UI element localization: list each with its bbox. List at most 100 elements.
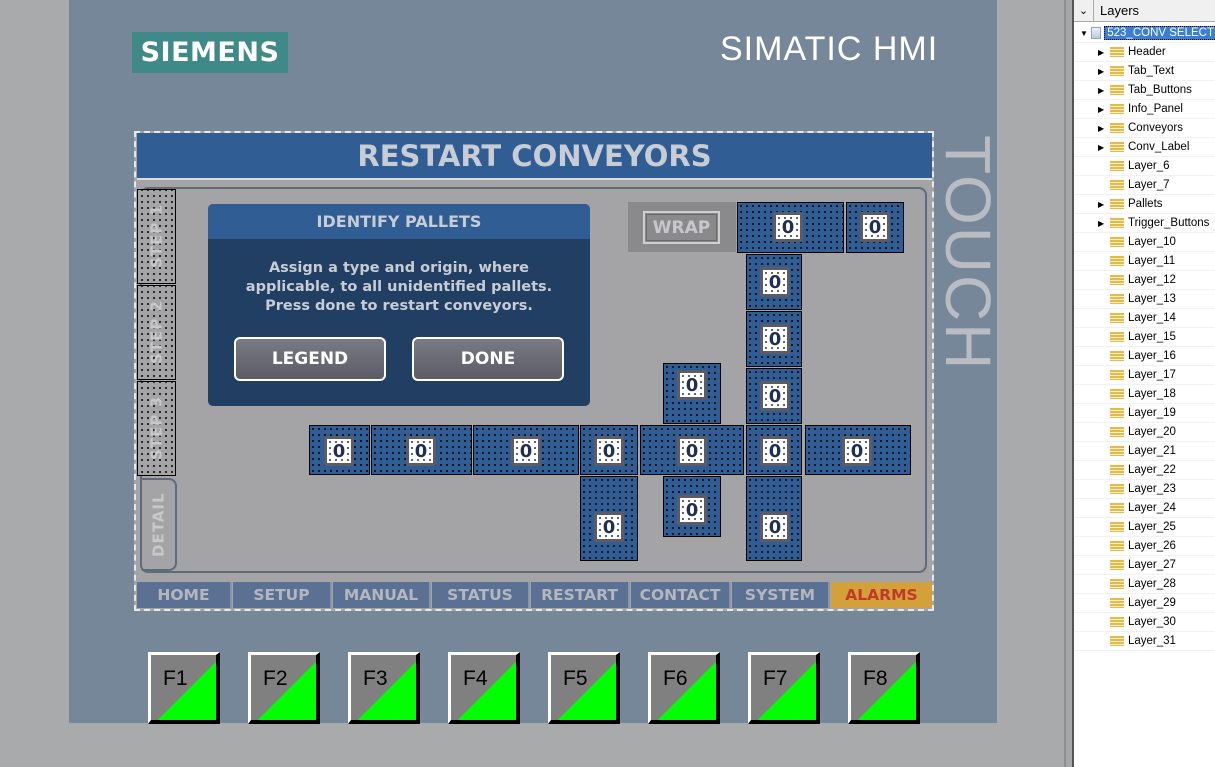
- layer-item[interactable]: ▶ Info_Panel: [1074, 100, 1215, 119]
- layer-item[interactable]: Layer_12: [1074, 271, 1215, 290]
- layer-icon: [1110, 294, 1124, 304]
- layer-item[interactable]: ▶ Tab_Buttons: [1074, 81, 1215, 100]
- function-key-f6[interactable]: F6: [648, 652, 720, 724]
- pallet-count[interactable]: 0: [760, 436, 790, 466]
- layer-label: Layer_19: [1128, 407, 1176, 419]
- pallet-count[interactable]: 0: [860, 212, 890, 242]
- pallet-count[interactable]: 0: [406, 436, 436, 466]
- layer-icon: [1110, 66, 1124, 76]
- expand-right-icon[interactable]: ▶: [1098, 200, 1106, 209]
- layer-icon: [1110, 446, 1124, 456]
- expand-right-icon[interactable]: ▶: [1098, 67, 1106, 76]
- pallet-count[interactable]: 0: [773, 212, 803, 242]
- layer-item[interactable]: Layer_24: [1074, 499, 1215, 518]
- layer-icon: [1110, 351, 1124, 361]
- done-button[interactable]: DONE: [412, 337, 564, 381]
- pallet-count[interactable]: 0: [677, 495, 707, 525]
- layer-item[interactable]: Layer_11: [1074, 252, 1215, 271]
- layer-item[interactable]: Layer_10: [1074, 233, 1215, 252]
- layer-item[interactable]: Layer_23: [1074, 480, 1215, 499]
- pallet-count[interactable]: 0: [511, 436, 541, 466]
- function-key-f7[interactable]: F7: [748, 652, 820, 724]
- pallet-count[interactable]: 0: [760, 512, 790, 542]
- function-key-f8[interactable]: F8: [848, 652, 920, 724]
- layer-item[interactable]: ▶ Trigger_Buttons: [1074, 214, 1215, 233]
- layer-item[interactable]: Layer_14: [1074, 309, 1215, 328]
- layer-label: Layer_18: [1128, 388, 1176, 400]
- step-3-tab[interactable]: STEP 3: [137, 381, 176, 476]
- layer-label: Conv_Label: [1128, 141, 1190, 153]
- pallet-count[interactable]: 0: [324, 436, 354, 466]
- pallet-count[interactable]: 0: [594, 436, 624, 466]
- function-key-f2[interactable]: F2: [248, 652, 320, 724]
- expand-down-icon[interactable]: ▼: [1080, 29, 1088, 38]
- nav-tab-system[interactable]: SYSTEM: [732, 582, 830, 608]
- pallet-count[interactable]: 0: [842, 436, 872, 466]
- layer-item[interactable]: Layer_7: [1074, 176, 1215, 195]
- layers-panel: ⌄ Layers ▼ 523_CONV SELECT ▶ Header ▶ Tab_Te…: [1072, 0, 1215, 767]
- layer-icon: [1110, 541, 1124, 551]
- layer-item[interactable]: Layer_13: [1074, 290, 1215, 309]
- expand-right-icon[interactable]: ▶: [1098, 105, 1106, 114]
- function-key-f3[interactable]: F3: [348, 652, 420, 724]
- wrap-button[interactable]: WRAP: [643, 211, 720, 244]
- function-key-f5[interactable]: F5: [548, 652, 620, 724]
- layer-icon: [1110, 332, 1124, 342]
- nav-tab-status[interactable]: STATUS: [432, 582, 530, 608]
- pallet-count[interactable]: 0: [677, 370, 707, 400]
- layer-item[interactable]: Layer_30: [1074, 613, 1215, 632]
- layer-item[interactable]: ▶ Header: [1074, 43, 1215, 62]
- nav-tab-setup[interactable]: SETUP: [233, 582, 332, 608]
- layer-label: Layer_28: [1128, 578, 1176, 590]
- layer-item[interactable]: Layer_28: [1074, 575, 1215, 594]
- layer-label: Header: [1128, 46, 1166, 58]
- pallet-count[interactable]: 0: [594, 512, 624, 542]
- layer-label: Layer_12: [1128, 274, 1176, 286]
- layer-item[interactable]: Layer_27: [1074, 556, 1215, 575]
- pallet-count[interactable]: 0: [677, 436, 707, 466]
- layer-icon: [1110, 180, 1124, 190]
- layer-item[interactable]: Layer_21: [1074, 442, 1215, 461]
- function-key-label: F5: [563, 667, 588, 690]
- nav-tab-contact[interactable]: CONTACT: [631, 582, 731, 608]
- expand-right-icon[interactable]: ▶: [1098, 86, 1106, 95]
- layer-item[interactable]: Layer_6: [1074, 157, 1215, 176]
- layer-item[interactable]: Layer_25: [1074, 518, 1215, 537]
- legend-button[interactable]: LEGEND: [234, 337, 386, 381]
- function-key-label: F2: [263, 667, 288, 690]
- expand-right-icon[interactable]: ▶: [1098, 219, 1106, 228]
- nav-tab-manual[interactable]: MANUAL: [333, 582, 431, 608]
- pallet-count[interactable]: 0: [760, 381, 790, 411]
- function-key-f4[interactable]: F4: [448, 652, 520, 724]
- nav-tab-alarms[interactable]: ALARMS: [831, 582, 932, 608]
- layer-item[interactable]: Layer_18: [1074, 385, 1215, 404]
- layer-item[interactable]: Layer_19: [1074, 404, 1215, 423]
- layer-item[interactable]: Layer_15: [1074, 328, 1215, 347]
- layer-item[interactable]: Layer_20: [1074, 423, 1215, 442]
- layer-icon: [1110, 617, 1124, 627]
- chevron-down-icon[interactable]: ⌄: [1074, 0, 1094, 22]
- layer-item[interactable]: Layer_26: [1074, 537, 1215, 556]
- layer-root[interactable]: ▼ 523_CONV SELECT: [1074, 24, 1215, 43]
- expand-right-icon[interactable]: ▶: [1098, 48, 1106, 57]
- layer-item[interactable]: ▶ Conveyors: [1074, 119, 1215, 138]
- layer-item[interactable]: Layer_22: [1074, 461, 1215, 480]
- pallet-count[interactable]: 0: [760, 324, 790, 354]
- layer-item[interactable]: ▶ Conv_Label: [1074, 138, 1215, 157]
- layer-item[interactable]: ▶ Pallets: [1074, 195, 1215, 214]
- expand-right-icon[interactable]: ▶: [1098, 124, 1106, 133]
- layer-item[interactable]: ▶ Tab_Text: [1074, 62, 1215, 81]
- layer-item[interactable]: Layer_31: [1074, 632, 1215, 651]
- nav-tab-restart[interactable]: RESTART: [531, 582, 630, 608]
- layer-label: Layer_11: [1128, 255, 1176, 267]
- layer-item[interactable]: Layer_29: [1074, 594, 1215, 613]
- detail-tab[interactable]: DETAIL: [142, 478, 177, 571]
- layer-item[interactable]: Layer_17: [1074, 366, 1215, 385]
- step-2-tab[interactable]: STEP 2: [137, 285, 176, 380]
- pallet-count[interactable]: 0: [760, 267, 790, 297]
- nav-tab-home[interactable]: HOME: [137, 582, 232, 608]
- layer-item[interactable]: Layer_16: [1074, 347, 1215, 366]
- step-1-tab[interactable]: STEP 1: [137, 189, 176, 284]
- function-key-f1[interactable]: F1: [148, 652, 220, 724]
- expand-right-icon[interactable]: ▶: [1098, 143, 1106, 152]
